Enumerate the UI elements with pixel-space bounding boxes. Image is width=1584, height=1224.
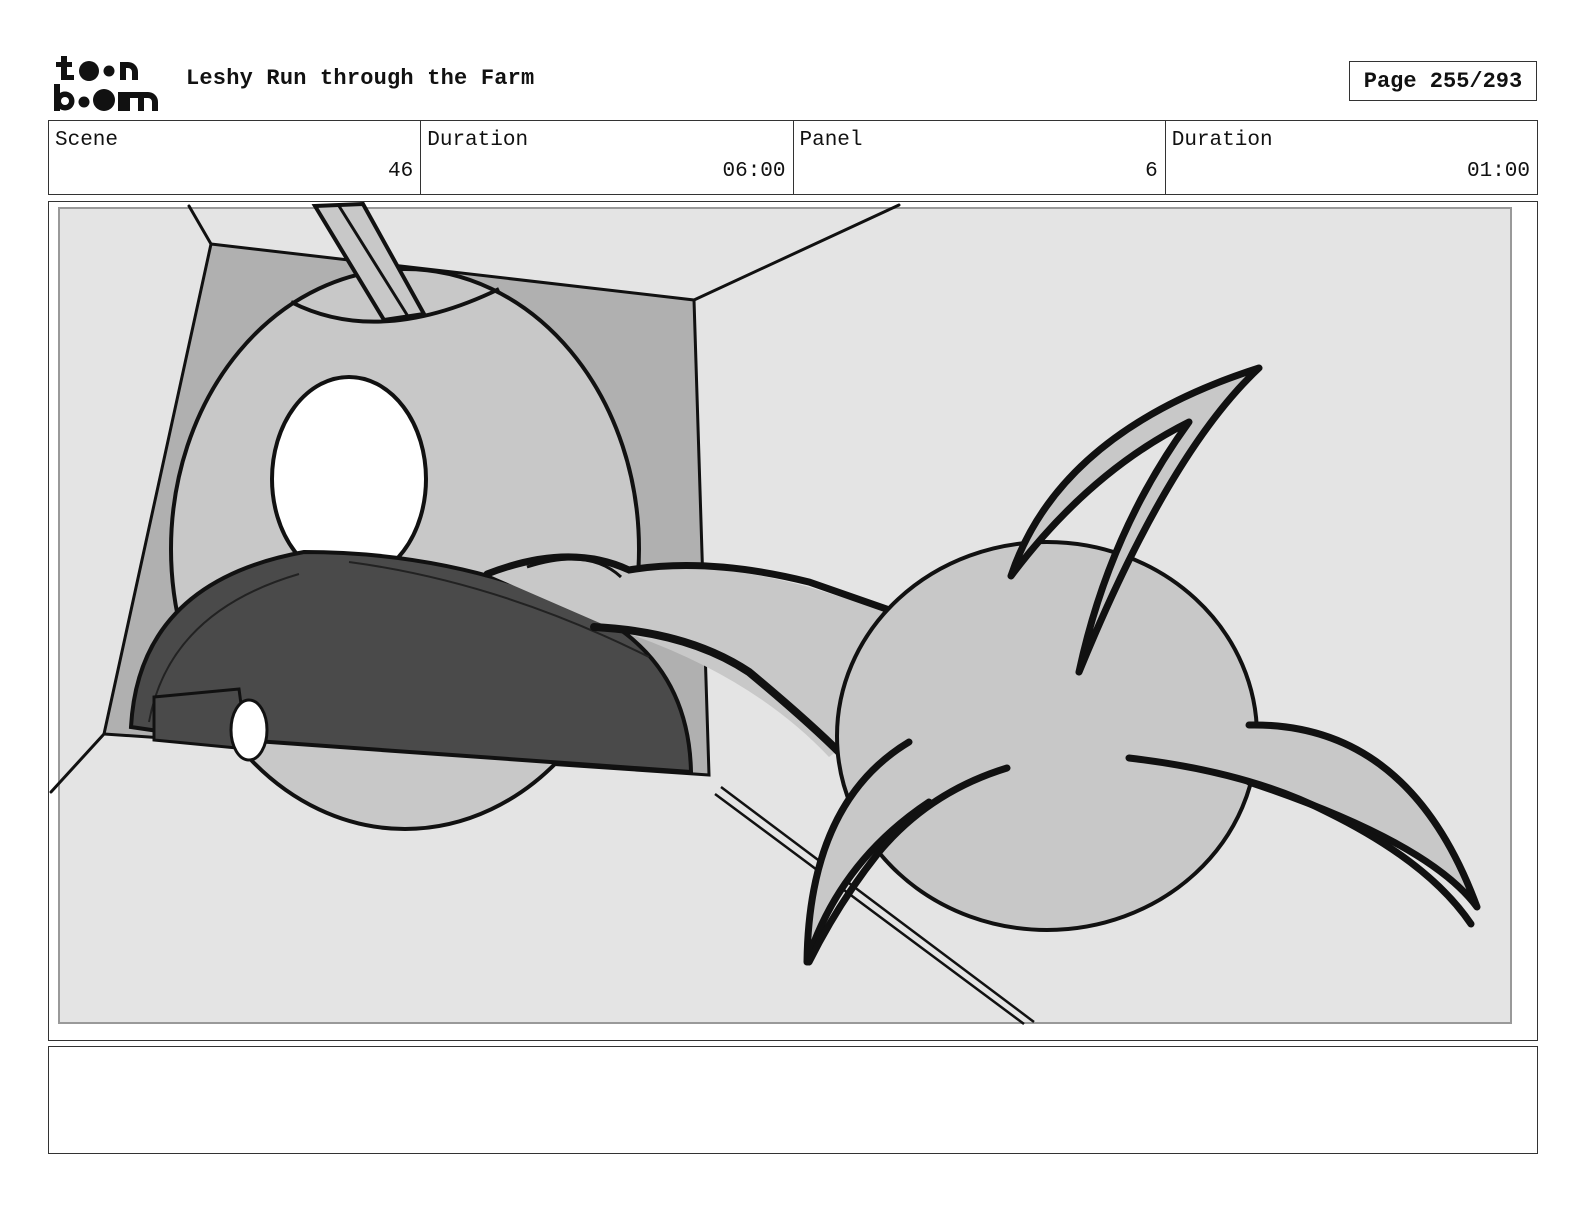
panel-duration-cell: Duration 01:00	[1166, 121, 1537, 194]
scene-duration-value: 06:00	[722, 160, 786, 183]
scene-info-table: Scene 46 Duration 06:00 Panel 6 Duration…	[48, 120, 1538, 195]
scene-duration-label: Duration	[427, 129, 529, 152]
panel-notes-box	[48, 1046, 1538, 1154]
storyboard-panel	[48, 201, 1538, 1041]
panel-duration-label: Duration	[1171, 129, 1273, 152]
page-indicator: Page 255/293	[1349, 61, 1537, 101]
scene-label: Scene	[55, 129, 119, 152]
panel-duration-value: 01:00	[1466, 160, 1530, 183]
scene-duration-cell: Duration 06:00	[421, 121, 794, 194]
scene-cell: Scene 46	[49, 121, 422, 194]
toon-boom-logo	[54, 56, 158, 111]
panel-number: 6	[1145, 160, 1158, 183]
storyboard-title: Leshy Run through the Farm	[186, 66, 535, 91]
scene-number: 46	[388, 160, 414, 183]
panel-cell: Panel 6	[794, 121, 1166, 194]
panel-label: Panel	[799, 129, 863, 152]
panel-sketch-image	[49, 202, 1536, 1039]
